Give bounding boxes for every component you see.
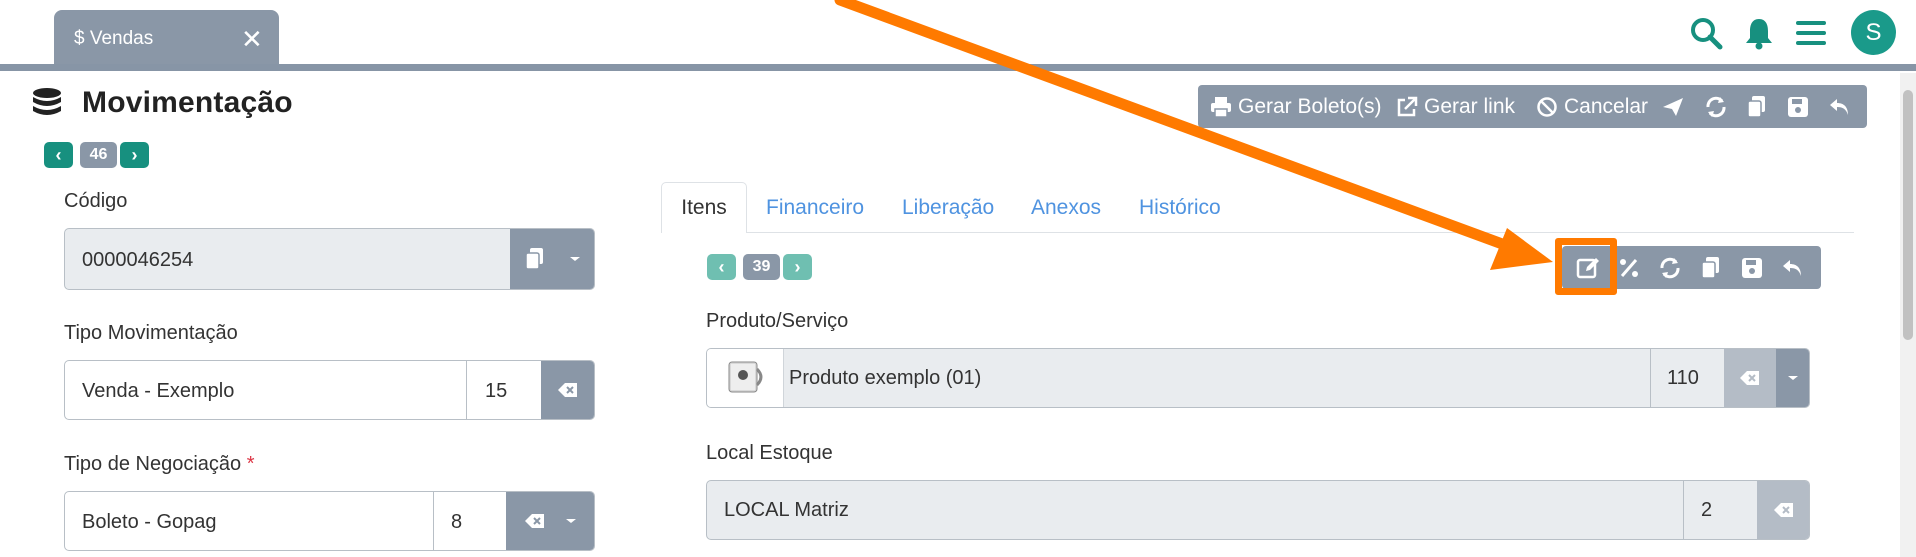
tab-vendas[interactable]: $ Vendas ✕ xyxy=(54,10,279,66)
tipo-movimentacao-field[interactable]: Venda - Exemplo 15 xyxy=(64,360,595,420)
cancelar-button[interactable]: Cancelar xyxy=(1536,85,1648,128)
external-link-icon xyxy=(1397,96,1418,116)
gerar-link-label: Gerar link xyxy=(1424,94,1516,118)
prev-record-button[interactable]: ‹ xyxy=(44,142,73,168)
tab-anexos[interactable]: Anexos xyxy=(1031,196,1101,220)
gerar-boleto-label: Gerar Boleto(s) xyxy=(1238,94,1382,118)
copy-icon[interactable] xyxy=(1700,256,1722,285)
avatar[interactable]: S xyxy=(1851,10,1896,55)
main-toolbar: Gerar Boleto(s) Gerar link Cancelar xyxy=(1198,85,1867,128)
codigo-value: 0000046254 xyxy=(82,249,194,271)
ban-icon xyxy=(1537,96,1557,117)
eraser-icon xyxy=(1773,503,1793,517)
local-estoque-value: LOCAL Matriz xyxy=(724,499,849,521)
close-icon[interactable]: ✕ xyxy=(241,26,263,52)
bell-icon[interactable] xyxy=(1744,16,1774,55)
search-icon[interactable] xyxy=(1689,16,1723,55)
required-mark: * xyxy=(246,453,255,475)
tipo-negociacao-code[interactable]: 8 xyxy=(451,511,462,534)
cancelar-label: Cancelar xyxy=(1564,94,1649,118)
annotation-highlight-box xyxy=(1555,238,1617,295)
produto-field[interactable]: Produto exemplo (01) 110 xyxy=(706,348,1810,408)
gerar-boleto-button[interactable]: Gerar Boleto(s) xyxy=(1210,85,1382,128)
codigo-field[interactable]: 0000046254 xyxy=(64,228,595,290)
tab-itens[interactable]: Itens xyxy=(661,182,747,233)
local-estoque-label: Local Estoque xyxy=(706,442,833,464)
scrollbar-thumb[interactable] xyxy=(1903,90,1913,340)
tipo-negociacao-label-text: Tipo de Negociação xyxy=(64,453,242,475)
page-title: Movimentação xyxy=(82,86,293,119)
mug-image-icon xyxy=(728,361,763,393)
prev-item-button[interactable]: ‹ xyxy=(707,254,736,280)
item-count-badge: 39 xyxy=(743,254,780,280)
tipo-negociacao-value: Boleto - Gopag xyxy=(82,511,217,533)
tabs-divider xyxy=(661,232,1854,233)
clear-tipo-negociacao-button[interactable] xyxy=(506,492,594,550)
eraser-icon xyxy=(1740,371,1759,385)
produto-value: Produto exemplo (01) xyxy=(789,367,982,389)
caret-down-icon xyxy=(1788,376,1798,380)
produto-code[interactable]: 110 xyxy=(1667,367,1699,390)
produto-dropdown-button[interactable] xyxy=(1776,349,1809,407)
next-record-button[interactable]: › xyxy=(120,142,149,168)
copy-dropdown-button[interactable] xyxy=(510,229,594,289)
next-item-button[interactable]: › xyxy=(783,254,812,280)
database-icon xyxy=(30,86,64,125)
tipo-negociacao-field[interactable]: Boleto - Gopag 8 xyxy=(64,491,595,551)
product-thumbnail xyxy=(707,349,784,407)
tipo-movimentacao-label: Tipo Movimentação xyxy=(64,322,238,344)
tab-bar-underline xyxy=(0,64,1916,71)
eraser-icon xyxy=(524,514,544,528)
save-icon[interactable] xyxy=(1741,257,1763,284)
refresh-icon[interactable] xyxy=(1704,85,1734,128)
local-estoque-field[interactable]: LOCAL Matriz 2 xyxy=(706,480,1810,540)
clear-produto-button[interactable] xyxy=(1724,349,1776,407)
percent-icon[interactable] xyxy=(1618,257,1640,284)
local-estoque-code[interactable]: 2 xyxy=(1701,499,1712,522)
clear-local-estoque-button[interactable] xyxy=(1757,481,1809,539)
tipo-movimentacao-value: Venda - Exemplo xyxy=(82,380,235,402)
undo-icon[interactable] xyxy=(1781,257,1805,284)
caret-down-icon xyxy=(569,257,580,261)
tipo-negociacao-label: Tipo de Negociação * xyxy=(64,453,255,476)
caret-down-icon xyxy=(565,519,576,523)
copy-icon[interactable] xyxy=(1746,85,1774,128)
printer-icon xyxy=(1211,96,1231,118)
eraser-icon xyxy=(558,383,577,397)
tipo-movimentacao-code[interactable]: 15 xyxy=(485,380,507,403)
tab-historico[interactable]: Histórico xyxy=(1139,196,1221,220)
tab-label: $ Vendas xyxy=(74,28,154,49)
tab-liberacao[interactable]: Liberação xyxy=(902,196,994,220)
codigo-label: Código xyxy=(64,190,128,212)
copy-icon xyxy=(524,248,543,270)
menu-icon[interactable] xyxy=(1796,18,1826,53)
produto-label: Produto/Serviço xyxy=(706,310,849,332)
undo-icon[interactable] xyxy=(1828,85,1858,128)
save-icon[interactable] xyxy=(1787,85,1815,128)
clear-tipo-movimentacao-button[interactable] xyxy=(541,361,594,419)
send-icon[interactable] xyxy=(1661,85,1691,128)
refresh-icon[interactable] xyxy=(1658,256,1682,285)
tab-financeiro[interactable]: Financeiro xyxy=(766,196,864,220)
gerar-link-button[interactable]: Gerar link xyxy=(1396,85,1515,128)
record-count-badge: 46 xyxy=(80,142,117,168)
